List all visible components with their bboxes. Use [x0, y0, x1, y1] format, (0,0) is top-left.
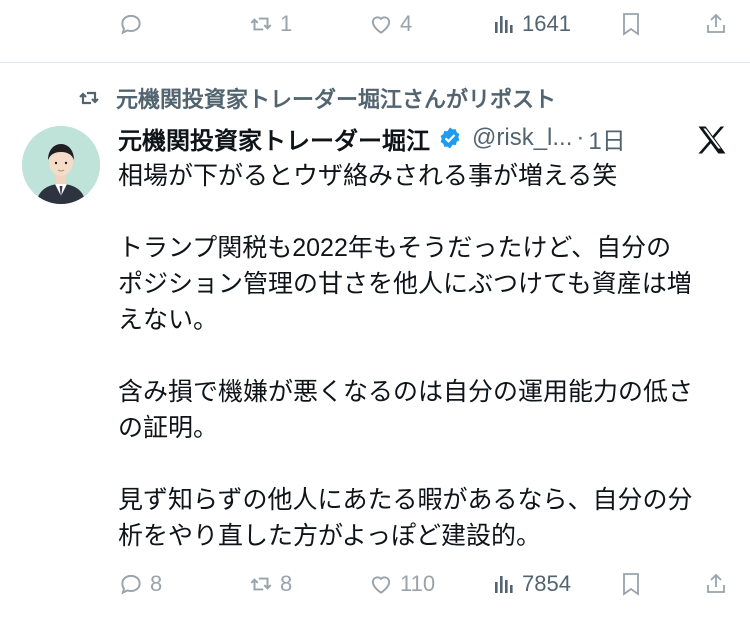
repost-icon: [76, 86, 102, 110]
share-icon: [704, 571, 728, 597]
x-logo-icon: [694, 122, 730, 158]
bookmark-button[interactable]: [620, 0, 642, 48]
share-button[interactable]: [704, 0, 728, 48]
repost-count: 8: [280, 571, 293, 596]
tweet-line: 含み損で機嫌が悪くなるのは自分の運用能力の低さ: [118, 378, 694, 406]
separator-dot: ·: [576, 124, 585, 151]
like-count: 4: [400, 11, 413, 36]
tweet-text: 相場が下がるとウザ絡みされる事が増える笑 トランプ関税も2022年もそうだったけ…: [118, 158, 728, 554]
verified-badge-icon: [438, 126, 462, 150]
heart-icon: [368, 571, 394, 597]
tweet-line: 析をやり直した方がよっぽど建設的。: [118, 522, 542, 550]
reply-icon: [118, 11, 144, 37]
heart-icon: [368, 11, 394, 37]
bookmark-icon: [620, 12, 642, 36]
tweet-line: ポジション管理の甘さを他人にぶつけても資産は増: [118, 270, 692, 298]
views-button[interactable]: 7854: [492, 560, 571, 608]
share-icon: [704, 11, 728, 37]
share-button[interactable]: [704, 560, 728, 608]
tweet-line: トランプ関税も2022年もそうだったけど、自分の: [118, 234, 672, 262]
tweet-line: えない。: [118, 306, 219, 334]
like-button[interactable]: 4: [368, 0, 412, 48]
view-count: 1641: [522, 11, 571, 36]
author-handle[interactable]: @risk_l...: [472, 124, 572, 152]
tweet-header: 元機関投資家トレーダー堀江 @risk_l... · 1日: [118, 118, 678, 158]
reply-button[interactable]: [118, 0, 150, 48]
tweet-divider: [0, 62, 750, 63]
repost-icon: [248, 11, 274, 37]
repost-count: 1: [280, 11, 293, 36]
bar-chart-icon: [492, 572, 516, 596]
views-button[interactable]: 1641: [492, 0, 571, 48]
reply-icon: [118, 571, 144, 597]
like-button[interactable]: 110: [368, 560, 435, 608]
tweet-line: 相場が下がるとウザ絡みされる事が増える笑: [118, 162, 618, 190]
bookmark-icon: [620, 572, 642, 596]
prev-tweet-action-bar: 1 4 1641: [0, 0, 750, 48]
tweet-action-bar: 8 8 110 7854: [0, 560, 750, 608]
post-time[interactable]: 1日: [588, 121, 625, 156]
author-name[interactable]: 元機関投資家トレーダー堀江: [118, 121, 430, 156]
bar-chart-icon: [492, 12, 516, 36]
tweet-line: の証明。: [118, 414, 219, 442]
avatar[interactable]: [22, 126, 100, 204]
reply-count: 8: [150, 571, 163, 596]
like-count: 110: [400, 571, 436, 596]
repost-header[interactable]: 元機関投資家トレーダー堀江さんがリポスト: [76, 80, 556, 116]
tweet-line: 見ず知らずの他人にあたる暇があるなら、自分の分: [118, 486, 693, 514]
reply-button[interactable]: 8: [118, 560, 162, 608]
view-count: 7854: [522, 571, 571, 596]
repost-icon: [248, 571, 274, 597]
repost-button[interactable]: 1: [248, 0, 292, 48]
repost-header-text: 元機関投資家トレーダー堀江さんがリポスト: [116, 87, 557, 112]
repost-button[interactable]: 8: [248, 560, 292, 608]
bookmark-button[interactable]: [620, 560, 642, 608]
